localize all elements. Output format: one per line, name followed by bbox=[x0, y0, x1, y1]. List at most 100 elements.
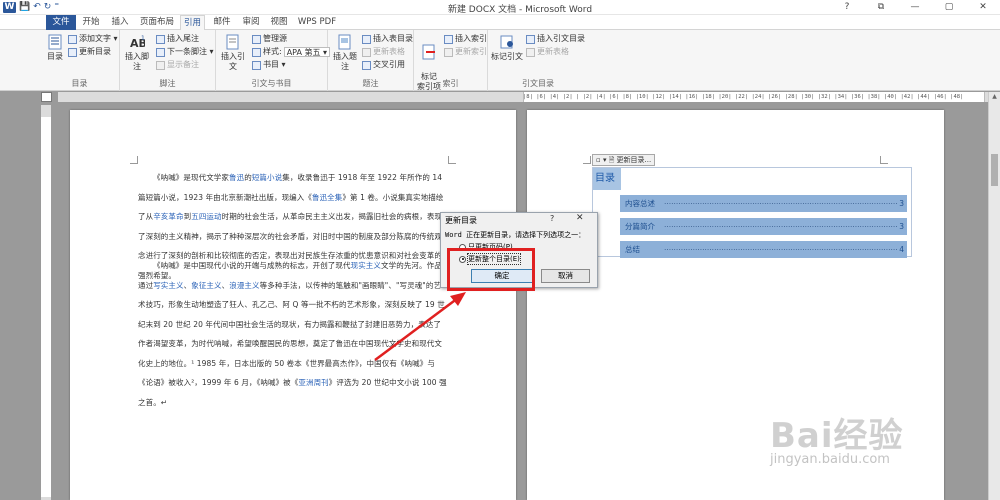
style-combo[interactable]: APA 第五 ▾ bbox=[283, 47, 331, 57]
dialog-close-icon[interactable]: ✕ bbox=[576, 213, 584, 223]
tab-page-layout[interactable]: 页面布局 bbox=[139, 15, 175, 30]
title-bar: W 💾 ↶ ↻ ⁼ 新建 DOCX 文档 - Microsoft Word ? … bbox=[0, 0, 1000, 15]
hyperlink[interactable]: 鲁迅全集 bbox=[312, 193, 342, 202]
scroll-up-icon[interactable]: ▲ bbox=[989, 92, 1000, 102]
style-selector[interactable]: 样式: APA 第五 ▾ bbox=[252, 47, 331, 57]
toc-entry[interactable]: 分篇简介 ...................................… bbox=[620, 218, 907, 235]
scroll-thumb[interactable] bbox=[991, 154, 998, 186]
ribbon-tabs: 文件 开始 插入 页面布局 引用 邮件 审阅 视图 WPS PDF bbox=[0, 15, 1000, 31]
update-index-icon bbox=[444, 47, 453, 57]
tab-view[interactable]: 视图 bbox=[268, 15, 290, 30]
tab-references[interactable]: 引用 bbox=[180, 15, 205, 31]
group-authorities: 标记引文 插入引文目录 更新表格 引文目录 bbox=[488, 30, 588, 91]
toc-entry-label: 内容总述 bbox=[625, 199, 655, 208]
tab-selector[interactable] bbox=[41, 92, 52, 102]
toc-entry[interactable]: 内容总述 ...................................… bbox=[620, 195, 907, 212]
show-notes-button[interactable]: 显示备注 bbox=[156, 60, 199, 70]
tab-mailings[interactable]: 邮件 bbox=[211, 15, 233, 30]
citation-icon bbox=[226, 34, 239, 50]
toc-entry-label: 分篇简介 bbox=[625, 222, 655, 231]
hyperlink[interactable]: 亚洲周刊 bbox=[298, 378, 328, 387]
vertical-ruler[interactable] bbox=[41, 105, 51, 500]
corner-mark bbox=[448, 156, 456, 164]
tab-insert[interactable]: 插入 bbox=[109, 15, 131, 30]
bibliography-button[interactable]: 书目 ▾ bbox=[252, 60, 286, 70]
update-table-icon bbox=[362, 47, 371, 57]
group-label-index: 索引 bbox=[442, 79, 459, 88]
insert-index-button[interactable]: 插入索引 bbox=[444, 34, 487, 44]
word-logo-icon: W bbox=[3, 2, 16, 13]
update-index-label: 更新索引 bbox=[455, 47, 487, 56]
help-icon[interactable]: ? bbox=[830, 0, 864, 15]
dialog-help-icon[interactable]: ? bbox=[550, 214, 554, 223]
mark-citation-button[interactable]: 标记引文 bbox=[490, 34, 524, 62]
toc-icon bbox=[48, 34, 62, 50]
toc-entry-page: 4 bbox=[899, 245, 904, 254]
hyperlink[interactable]: 鲁迅 bbox=[229, 173, 244, 182]
update-table-button[interactable]: 更新表格 bbox=[362, 47, 405, 57]
minimize-icon[interactable]: — bbox=[898, 0, 932, 15]
customize-qat-icon[interactable]: ⁼ bbox=[54, 2, 59, 13]
horizontal-ruler[interactable]: |8| |6| |4| |2| | |2| |4| |6| |8| |10| |… bbox=[58, 92, 988, 102]
tab-review[interactable]: 审阅 bbox=[240, 15, 262, 30]
manage-sources-icon bbox=[252, 34, 261, 44]
body-paragraph-2[interactable]: 《呐喊》是中国现代小说的开端与成熟的标志，开创了现代现实主义文学的先河。作品通过… bbox=[138, 256, 448, 412]
insert-caption-label: 插入题注 bbox=[333, 52, 357, 71]
tab-file[interactable]: 文件 bbox=[46, 15, 76, 30]
close-icon[interactable]: ✕ bbox=[966, 0, 1000, 15]
insert-citation-button[interactable]: 插入引文 bbox=[218, 34, 248, 72]
toc-entry-page: 3 bbox=[899, 222, 904, 231]
insert-index-label: 插入索引 bbox=[455, 34, 487, 43]
update-toc-button[interactable]: 更新目录 bbox=[68, 47, 111, 57]
add-text-button[interactable]: 添加文字 ▾ bbox=[68, 34, 118, 44]
insert-toa-icon bbox=[526, 34, 535, 44]
hyperlink[interactable]: 浪漫主义 bbox=[229, 281, 259, 290]
add-text-label: 添加文字 ▾ bbox=[79, 34, 118, 43]
insert-footnote-button[interactable]: AB 1 插入脚注 bbox=[122, 34, 152, 72]
hyperlink[interactable]: 五四运动 bbox=[191, 212, 221, 221]
mark-citation-label: 标记引文 bbox=[491, 52, 523, 61]
undo-icon[interactable]: ↶ bbox=[33, 2, 41, 13]
ruler-ticks: |8| |6| |4| |2| | |2| |4| |6| |8| |10| |… bbox=[523, 94, 964, 100]
hyperlink[interactable]: 写实主义 bbox=[153, 281, 183, 290]
group-label-toc: 目录 bbox=[71, 79, 88, 88]
cross-reference-icon bbox=[362, 60, 371, 70]
toc-button[interactable]: 目录 bbox=[44, 34, 66, 62]
mark-entry-icon bbox=[422, 44, 435, 60]
hyperlink[interactable]: 现实主义 bbox=[351, 261, 381, 270]
tab-wps-pdf[interactable]: WPS PDF bbox=[297, 15, 337, 30]
insert-citation-label: 插入引文 bbox=[221, 52, 245, 71]
text-run: 等多种手法，以传神的笔触和"画眼睛"、"写灵魂"的艺术技巧，形象生动地塑造了狂人… bbox=[138, 280, 445, 388]
hyperlink[interactable]: 象征主义 bbox=[191, 281, 221, 290]
manage-sources-button[interactable]: 管理源 bbox=[252, 34, 287, 44]
cancel-button[interactable]: 取消 bbox=[541, 269, 590, 283]
update-index-button[interactable]: 更新索引 bbox=[444, 47, 487, 57]
corner-mark bbox=[880, 156, 888, 164]
next-footnote-icon bbox=[156, 47, 165, 57]
cross-reference-button[interactable]: 交叉引用 bbox=[362, 60, 405, 70]
hyperlink[interactable]: 短篇小说 bbox=[252, 173, 282, 182]
vertical-scrollbar[interactable]: ▲ bbox=[988, 92, 1000, 500]
toc-entry[interactable]: 总结 .....................................… bbox=[620, 241, 907, 258]
maximize-icon[interactable]: ▢ bbox=[932, 0, 966, 15]
group-footnotes: AB 1 插入脚注 插入尾注 下一条脚注 ▾ 显示备注 脚注 bbox=[120, 30, 216, 91]
insert-toa-button[interactable]: 插入引文目录 bbox=[526, 34, 585, 44]
next-footnote-button[interactable]: 下一条脚注 ▾ bbox=[156, 47, 214, 57]
insert-index-icon bbox=[444, 34, 453, 44]
hyperlink[interactable]: 辛亥革命 bbox=[153, 212, 183, 221]
toc-content-control-tab[interactable]: ▫ ▾ 🗎 更新目录... bbox=[592, 154, 656, 166]
text-run: 《呐喊》是现代文学家 bbox=[153, 173, 229, 182]
page-left[interactable]: 《呐喊》是现代文学家鲁迅的短篇小说集，收录鲁迅于 1918 年至 1922 年所… bbox=[70, 110, 516, 500]
insert-caption-button[interactable]: 插入题注 bbox=[330, 34, 360, 72]
redo-icon[interactable]: ↻ bbox=[44, 2, 52, 13]
tab-home[interactable]: 开始 bbox=[80, 15, 102, 30]
save-icon[interactable]: 💾 bbox=[19, 2, 30, 13]
toc-leader: ........................................… bbox=[664, 243, 897, 252]
dialog-message: Word 正在更新目录，请选择下列选项之一： bbox=[445, 231, 586, 239]
update-toa-button[interactable]: 更新表格 bbox=[526, 47, 569, 57]
insert-table-of-figures-button[interactable]: 插入表目录 bbox=[362, 34, 413, 44]
ribbon-display-icon[interactable]: ⧉ bbox=[864, 0, 898, 15]
insert-footnote-label: 插入脚注 bbox=[125, 52, 149, 71]
insert-table-of-figures-label: 插入表目录 bbox=[373, 34, 413, 43]
insert-endnote-button[interactable]: 插入尾注 bbox=[156, 34, 199, 44]
